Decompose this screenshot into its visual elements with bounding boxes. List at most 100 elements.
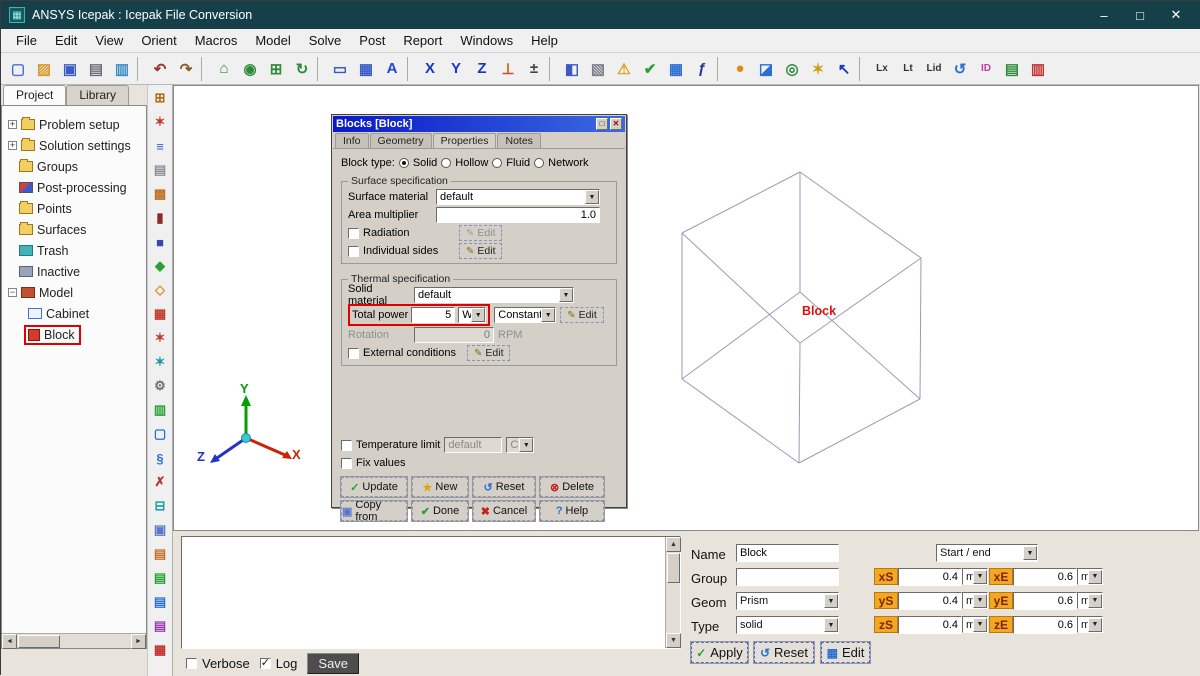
trace-x-icon[interactable]: Lx	[869, 56, 895, 82]
expander-icon[interactable]: +	[8, 120, 17, 129]
validate-icon[interactable]: ✔	[637, 56, 663, 82]
point-probe-icon[interactable]: ✶	[805, 56, 831, 82]
close-button[interactable]: ✕	[1159, 4, 1193, 26]
mesh-grid-icon[interactable]: ▦	[353, 56, 379, 82]
function-fx-icon[interactable]: ƒ	[689, 56, 715, 82]
dialog-titlebar[interactable]: Blocks [Block] □ ✕	[333, 116, 625, 132]
total-power-mode-select[interactable]: Constant ▼	[494, 307, 556, 323]
tree-item-surfaces[interactable]: Surfaces	[2, 219, 146, 240]
macro-book-2-icon[interactable]: ▤	[149, 567, 171, 589]
report-notebook-icon[interactable]: ▤	[999, 56, 1025, 82]
fix-values-checkbox[interactable]	[341, 458, 352, 469]
trace-id-icon[interactable]: Lid	[921, 56, 947, 82]
color-id-icon[interactable]: ID	[973, 56, 999, 82]
tab-info[interactable]: Info	[335, 133, 369, 148]
radiation-checkbox[interactable]	[348, 228, 359, 239]
menu-file[interactable]: File	[7, 31, 46, 50]
log-output-area[interactable]: ▲ ▼	[181, 536, 681, 649]
axis-triad-icon[interactable]: ⊥	[495, 56, 521, 82]
menu-orient[interactable]: Orient	[132, 31, 185, 50]
tree-item-problem-setup[interactable]: + Problem setup	[2, 114, 146, 135]
surface-material-select[interactable]: default ▼	[436, 189, 600, 205]
trace-t-icon[interactable]: Lt	[895, 56, 921, 82]
blower-red-icon[interactable]: ✶	[149, 327, 171, 349]
delete-object-icon[interactable]: ✗	[149, 471, 171, 493]
fan-icon[interactable]: ✶	[149, 111, 171, 133]
iso-surface-icon[interactable]: ◎	[779, 56, 805, 82]
macro-book-3-icon[interactable]: ▤	[149, 591, 171, 613]
dialog-close-button[interactable]: ✕	[610, 118, 622, 130]
individual-sides-checkbox[interactable]	[348, 246, 359, 257]
scroll-down-icon[interactable]: ▼	[666, 633, 681, 648]
minimize-button[interactable]: –	[1087, 4, 1121, 26]
tree-item-points[interactable]: Points	[2, 198, 146, 219]
total-power-edit-button[interactable]: ✎Edit	[560, 307, 603, 323]
open-folder-icon[interactable]: ▨	[31, 56, 57, 82]
tree-item-inactive[interactable]: Inactive	[2, 261, 146, 282]
scale-grid-icon[interactable]: ⊞	[263, 56, 289, 82]
verbose-checkbox[interactable]	[186, 658, 197, 669]
rotate-view-icon[interactable]: ↻	[289, 56, 315, 82]
ye-unit-select[interactable]: m▼	[1077, 592, 1103, 609]
tree-item-solution-settings[interactable]: + Solution settings	[2, 135, 146, 156]
blower-teal-icon[interactable]: ✶	[149, 351, 171, 373]
individual-sides-edit-button[interactable]: ✎Edit	[459, 243, 502, 259]
zs-input[interactable]	[898, 616, 962, 634]
macro-book-1-icon[interactable]: ▤	[149, 543, 171, 565]
model-canvas[interactable]	[173, 85, 1199, 531]
save-icon[interactable]: ▣	[57, 56, 83, 82]
print-icon[interactable]: ▤	[83, 56, 109, 82]
tab-project[interactable]: Project	[3, 85, 66, 105]
ye-input[interactable]	[1013, 592, 1077, 610]
export-image-icon[interactable]: ▥	[109, 56, 135, 82]
pick-arrow-icon[interactable]: ↖	[831, 56, 857, 82]
scroll-left-icon[interactable]: ◄	[2, 634, 17, 649]
xs-input[interactable]	[898, 568, 962, 586]
plate-icon[interactable]: ◇	[149, 279, 171, 301]
scrollbar-thumb[interactable]	[18, 635, 60, 648]
radio-hollow[interactable]	[441, 158, 451, 168]
radiation-edit-button[interactable]: ✎Edit	[459, 225, 502, 241]
menu-macros[interactable]: Macros	[186, 31, 247, 50]
enclosure-icon[interactable]: ▢	[149, 423, 171, 445]
view-y-icon[interactable]: Y	[443, 56, 469, 82]
solid-material-select[interactable]: default ▼	[414, 287, 574, 303]
ys-input[interactable]	[898, 592, 962, 610]
total-power-unit-select[interactable]: W ▼	[458, 307, 486, 323]
reset-button[interactable]: ↺Reset	[754, 642, 814, 663]
radio-solid[interactable]	[399, 158, 409, 168]
macro-book-4-icon[interactable]: ▤	[149, 615, 171, 637]
save-button[interactable]: Save	[307, 653, 359, 674]
menu-edit[interactable]: Edit	[46, 31, 86, 50]
done-button[interactable]: ✔Done	[412, 501, 468, 521]
grille-icon[interactable]: ▩	[149, 183, 171, 205]
probe-window-icon[interactable]: ⊞	[149, 87, 171, 109]
network-grid-icon[interactable]: ▦	[149, 639, 171, 661]
zs-unit-select[interactable]: m▼	[962, 616, 988, 633]
expander-icon[interactable]: +	[8, 141, 17, 150]
ze-input[interactable]	[1013, 616, 1077, 634]
assembly-stack-icon[interactable]: ≡	[149, 135, 171, 157]
copy-from-button[interactable]: ▣Copy from	[341, 501, 407, 521]
xe-input[interactable]	[1013, 568, 1077, 586]
radio-network[interactable]	[534, 158, 544, 168]
tree-item-cabinet[interactable]: Cabinet	[2, 303, 146, 324]
print-screen-icon[interactable]: ⊟	[149, 495, 171, 517]
tab-geometry[interactable]: Geometry	[370, 133, 432, 148]
ys-unit-select[interactable]: m▼	[962, 592, 988, 609]
plane-cut-icon[interactable]: ◪	[753, 56, 779, 82]
group-input[interactable]	[736, 568, 839, 586]
annotate-text-icon[interactable]: A	[379, 56, 405, 82]
tree-horizontal-scrollbar[interactable]: ◄ ►	[2, 633, 146, 648]
redo-icon[interactable]: ↷	[173, 56, 199, 82]
copy-object-icon[interactable]: ▣	[149, 519, 171, 541]
area-multiplier-input[interactable]	[436, 207, 600, 223]
wire-frame-icon[interactable]: ▭	[327, 56, 353, 82]
tab-properties[interactable]: Properties	[433, 133, 497, 148]
tree-item-block[interactable]: Block	[2, 324, 146, 345]
external-conditions-edit-button[interactable]: ✎Edit	[467, 345, 510, 361]
pcb-board-icon[interactable]: ▥	[149, 399, 171, 421]
gear-source-icon[interactable]: ⚙	[149, 375, 171, 397]
scroll-right-icon[interactable]: ►	[131, 634, 146, 649]
menu-report[interactable]: Report	[394, 31, 451, 50]
